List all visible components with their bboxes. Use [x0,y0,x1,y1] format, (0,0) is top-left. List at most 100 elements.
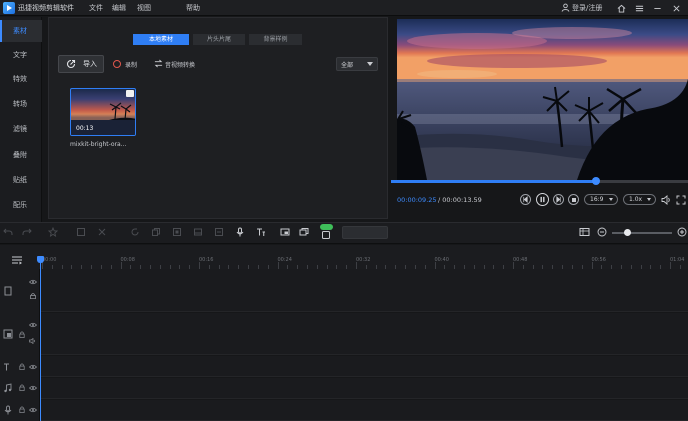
video-track-icon [4,286,12,296]
convert-icon[interactable] [154,59,163,68]
ruler-tick [42,262,43,269]
minimize-button[interactable] [650,2,664,14]
playback-speed-select[interactable]: 1.0x [623,194,656,205]
import-label: 导入 [83,60,97,68]
menu-file[interactable]: 文件 [89,3,103,13]
duration-icon[interactable] [214,227,224,237]
nav-item-text[interactable]: 文字 [0,44,42,66]
menu-help[interactable]: 帮助 [186,3,200,13]
record-label[interactable]: 录制 [125,60,137,69]
lock-icon[interactable] [18,363,26,370]
zoom-in-icon[interactable] [677,227,687,237]
music-track-icon [4,383,12,393]
pip-track[interactable] [41,313,688,355]
microphone-icon[interactable] [235,227,245,237]
left-nav: 素材 文字 特效 转场 滤镜 叠附 贴纸 配乐 [0,17,42,222]
step-back-button[interactable] [520,194,531,205]
ruler-tick-label: 00:08 [120,257,135,263]
tab-local-media[interactable]: 本地素材 [133,34,189,45]
record-icon[interactable] [113,60,121,68]
nav-item-media[interactable]: 素材 [0,20,42,42]
scrubber-handle[interactable] [591,177,600,185]
marker-icon[interactable] [48,227,58,237]
ruler-tick-label: 01:04 [670,257,685,263]
video-preview[interactable] [397,19,688,180]
ruler-tick-label: 00:40 [434,257,449,263]
redo-icon[interactable] [22,227,32,237]
rotate-icon[interactable] [130,227,140,237]
current-time: 00:00:09.25 [397,196,437,204]
copy-icon[interactable] [151,227,161,237]
undo-icon[interactable] [3,227,13,237]
stop-button[interactable] [568,194,579,205]
eye-icon[interactable] [29,322,37,328]
zoom-out-icon[interactable] [597,227,607,237]
layers-icon[interactable] [299,227,309,237]
login-link[interactable]: 登录/注册 [572,3,602,13]
volume-icon[interactable] [661,195,672,205]
import-icon [66,59,76,69]
step-back-icon [523,196,528,203]
picture-in-picture-icon[interactable] [280,227,290,237]
mosaic-icon[interactable] [172,227,182,237]
music-track[interactable] [41,378,688,399]
mute-icon[interactable] [29,338,37,344]
split-icon[interactable] [97,227,107,237]
nav-item-music[interactable]: 配乐 [0,194,42,216]
chevron-down-icon [367,62,373,66]
ruler-tick [199,262,200,269]
pause-icon [540,196,545,203]
tab-intro-outro[interactable]: 片头片尾 [193,34,245,45]
lock-icon[interactable] [29,293,37,299]
pip-track-icon [3,329,13,339]
lock-icon[interactable] [18,406,26,413]
media-filename: mixkit-bright-ora... [70,141,127,148]
eye-icon[interactable] [29,407,37,413]
fullscreen-icon[interactable] [676,195,686,205]
nav-item-overlays[interactable]: 叠附 [0,144,42,166]
text-track[interactable] [41,356,688,377]
video-track[interactable] [41,269,688,312]
tab-background-samples[interactable]: 背景样例 [249,34,302,45]
eye-icon[interactable] [29,385,37,391]
timeline-fit-icon[interactable] [579,227,590,237]
new-feature-icon[interactable] [321,230,331,240]
home-button[interactable] [614,2,628,14]
nav-item-stickers[interactable]: 贴纸 [0,169,42,191]
menu-button[interactable] [632,2,646,14]
voice-track-icon [4,405,12,415]
timeline-zoom-handle[interactable] [623,229,631,236]
import-button[interactable] [58,55,104,73]
nav-item-effects[interactable]: 特效 [0,68,42,90]
nav-item-transitions[interactable]: 转场 [0,93,42,115]
lock-icon[interactable] [18,331,26,338]
eye-icon[interactable] [29,279,37,285]
ruler-tick-label: 00:48 [513,257,528,263]
text-tool-icon[interactable] [256,227,266,237]
chevron-down-icon [609,198,613,201]
aspect-ratio-select[interactable]: 16:9 [584,194,618,205]
eye-icon[interactable] [29,364,37,370]
user-icon[interactable] [561,3,570,12]
menu-view[interactable]: 视图 [137,3,151,13]
nav-item-filters[interactable]: 滤镜 [0,118,42,140]
text-track-icon [4,363,9,371]
freeze-frame-icon[interactable] [193,227,203,237]
timeline-ruler[interactable] [0,245,688,269]
step-forward-button[interactable] [553,194,564,205]
lock-icon[interactable] [18,384,26,391]
playback-progress-fill [391,180,596,183]
stop-icon [571,197,576,202]
timeline-zoom-slider[interactable] [612,232,672,234]
export-button[interactable] [342,226,388,239]
menu-edit[interactable]: 编辑 [112,3,126,13]
playhead-handle[interactable] [37,256,44,263]
ruler-tick-label: 00:56 [591,257,606,263]
close-button[interactable] [669,2,683,14]
pause-button[interactable] [536,193,549,206]
timeline-menu-icon[interactable] [11,255,23,265]
home-icon [617,4,625,13]
convert-label[interactable]: 音视频转换 [165,60,195,69]
voice-track[interactable] [41,400,688,421]
crop-icon[interactable] [76,227,86,237]
